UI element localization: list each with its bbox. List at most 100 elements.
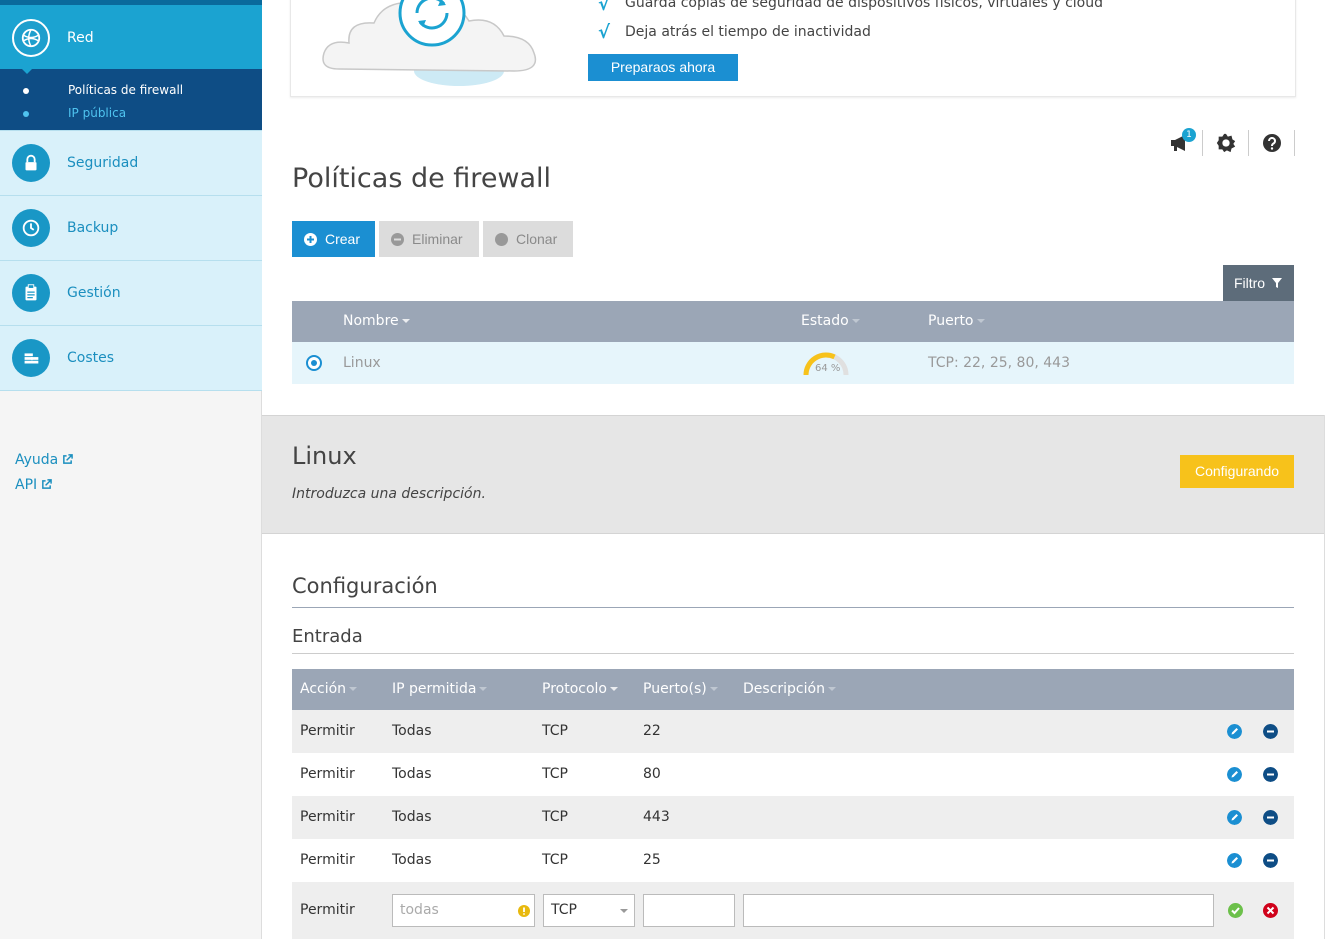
subnav-red: Políticas de firewall IP pública [0,68,262,130]
remove-icon[interactable] [1263,853,1278,868]
create-button[interactable]: Crear [292,221,375,257]
remove-icon[interactable] [1263,724,1278,739]
remove-icon[interactable] [1263,767,1278,782]
nav-item-backup[interactable]: Backup [0,195,262,260]
gear-icon [1216,133,1235,153]
ip-input-placeholder: todas [400,902,439,918]
help-link[interactable]: Ayuda [15,452,74,468]
nav-item-red[interactable]: Red [0,0,262,69]
bullet-icon [23,111,29,117]
nav-item-seguridad[interactable]: Seguridad [0,130,262,195]
delete-button[interactable]: Eliminar [379,221,479,257]
column-header-protocol[interactable]: Protocolo [542,681,618,697]
warning-icon [518,905,530,917]
table-row[interactable]: Linux 64 % TCP: 22, 25, 80, 443 [292,342,1294,384]
help-button[interactable] [1249,130,1295,156]
notifications-button[interactable]: 1 [1157,128,1203,156]
sort-caret-icon [709,687,718,691]
column-header-name-label: Nombre [343,313,399,329]
rule-port: 443 [643,809,670,825]
nav-label-backup: Backup [67,220,119,236]
column-header-protocol-label: Protocolo [542,681,607,697]
column-header-status-label: Estado [801,313,849,329]
edit-icon[interactable] [1227,853,1242,868]
divider [292,607,1294,608]
rule-protocol: TCP [542,809,568,825]
nav-label-gestion: Gestión [67,285,121,301]
status-percent: 64 % [815,363,841,374]
filter-button[interactable]: Filtro [1223,265,1294,301]
column-header-description[interactable]: Descripción [743,681,836,697]
page-title: Políticas de firewall [292,163,552,194]
new-rule-action[interactable]: Permitir [300,902,355,918]
column-header-ports[interactable]: Puerto(s) [643,681,718,697]
policy-name: Linux [343,355,381,371]
inbound-title: Entrada [292,626,363,647]
table-row: Permitir Todas TCP 22 [292,710,1294,753]
nav-label-costes: Costes [67,350,115,366]
clone-button-label: Clonar [516,231,558,247]
column-header-status[interactable]: Estado [801,313,860,329]
rule-protocol: TCP [542,723,568,739]
new-rule-row: Permitir todas TCP [292,882,1294,939]
policy-ports: TCP: 22, 25, 80, 443 [928,355,1070,371]
column-header-ip[interactable]: IP permitida [392,681,488,697]
sort-caret-icon [851,319,860,323]
rules-header: Acción IP permitida Protocolo Puerto(s) … [292,669,1294,710]
subnav-item-public-ip[interactable]: IP pública [68,106,126,120]
table-row: Permitir Todas TCP 80 [292,753,1294,796]
coins-icon [12,339,50,377]
divider [292,653,1294,654]
edit-icon[interactable] [1227,767,1242,782]
clone-icon [495,232,508,246]
prepare-now-button[interactable]: Preparaos ahora [588,54,738,81]
remove-icon[interactable] [1263,810,1278,825]
row-radio[interactable] [306,355,322,371]
sort-caret-icon [349,687,358,691]
configuring-status-button[interactable]: Configurando [1180,455,1294,488]
api-link-label: API [15,477,38,493]
divider [0,390,262,391]
sidebar: Red Políticas de firewall IP pública Seg… [0,0,262,939]
protocol-select-value: TCP [551,902,577,918]
column-header-action[interactable]: Acción [300,681,358,697]
create-button-label: Crear [325,231,361,247]
api-link[interactable]: API [15,477,52,493]
edit-icon[interactable] [1227,810,1242,825]
chevron-down-icon [620,909,628,913]
globe-icon [12,19,50,57]
check-icon: √ [598,0,611,15]
edit-icon[interactable] [1227,724,1242,739]
divider [1324,415,1325,939]
minus-circle-icon [391,232,404,246]
column-header-name[interactable]: Nombre [343,313,410,329]
lock-icon [12,144,50,182]
column-header-description-label: Descripción [743,681,825,697]
sort-caret-icon [401,319,410,323]
nav-label-red: Red [67,30,94,46]
external-link-icon [63,454,74,464]
filter-icon [1272,278,1283,288]
column-header-port-label: Puerto [928,313,974,329]
clipboard-icon [12,274,50,312]
table-row: Permitir Todas TCP 443 [292,796,1294,839]
rule-ip: Todas [392,766,432,782]
sort-caret-icon [827,687,836,691]
nav-item-gestion[interactable]: Gestión [0,260,262,325]
table-row: Permitir Todas TCP 25 [292,839,1294,882]
port-input[interactable] [643,894,735,927]
column-header-action-label: Acción [300,681,347,697]
subnav-item-firewall[interactable]: Políticas de firewall [68,83,183,97]
detail-description[interactable]: Introduzca una descripción. [292,486,486,502]
list-header: Nombre Estado Puerto [292,301,1294,342]
clone-button[interactable]: Clonar [483,221,573,257]
confirm-icon[interactable] [1228,903,1243,918]
ip-input[interactable]: todas [392,894,535,927]
cancel-icon[interactable] [1263,903,1278,918]
column-header-port[interactable]: Puerto [928,313,985,329]
protocol-select[interactable]: TCP [543,894,635,927]
detail-header: Linux Introduzca una descripción. Config… [262,415,1325,534]
nav-item-costes[interactable]: Costes [0,325,262,390]
settings-button[interactable] [1203,130,1249,156]
description-input[interactable] [743,894,1214,927]
